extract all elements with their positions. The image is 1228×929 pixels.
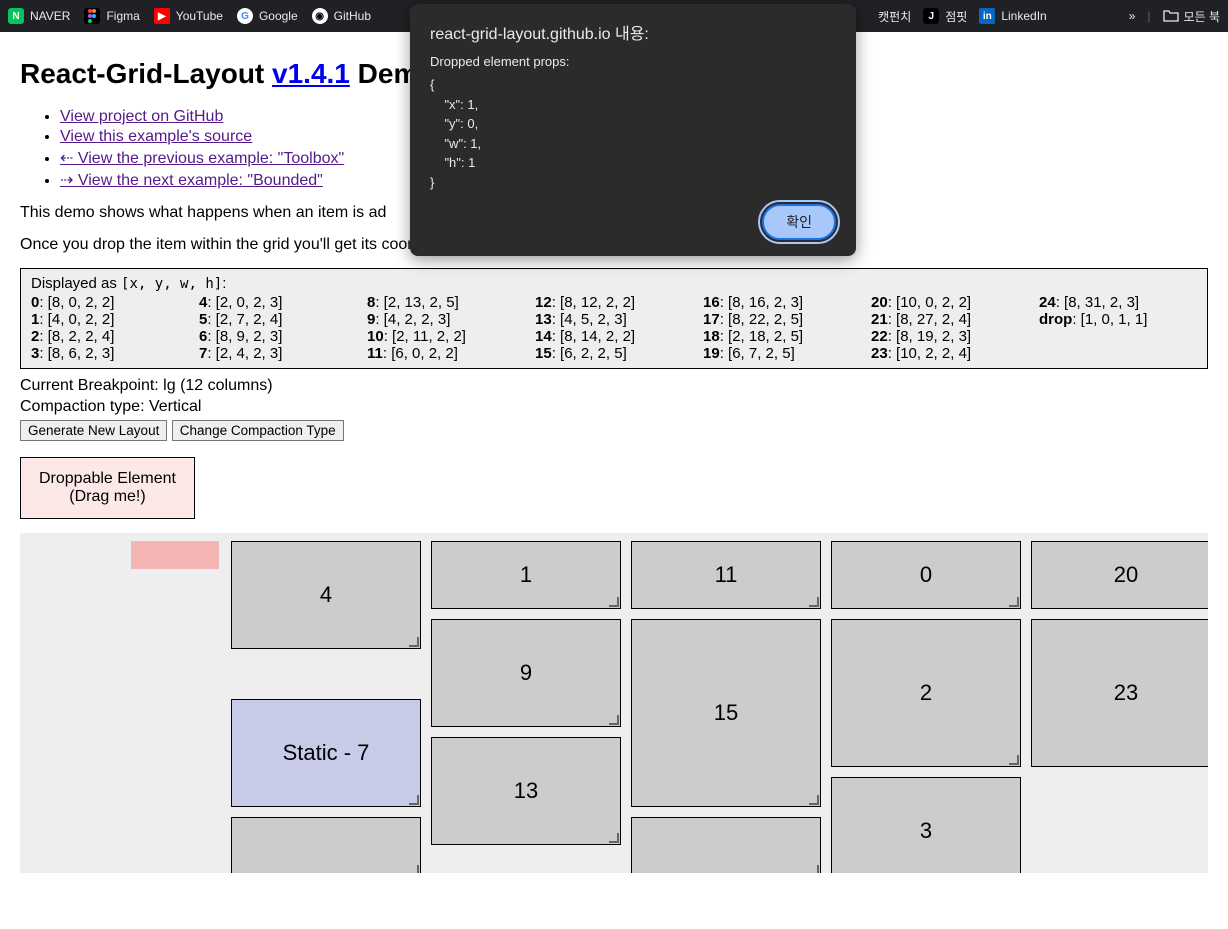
bookmark-label: YouTube <box>176 9 223 23</box>
breakpoint-status: Current Breakpoint: lg (12 columns) <box>20 377 1208 395</box>
grid-item-2[interactable]: 2 <box>831 619 1021 767</box>
bookmark-label: NAVER <box>30 9 70 23</box>
grid-item-7-static[interactable]: Static - 7 <box>231 699 421 807</box>
folder-icon <box>1163 8 1179 25</box>
layout-item: 9: [4, 2, 2, 3] <box>367 311 525 328</box>
bookmark-figma[interactable]: Figma <box>84 8 139 24</box>
layout-item: 3: [8, 6, 2, 3] <box>31 345 189 362</box>
version-link[interactable]: v1.4.1 <box>272 58 350 89</box>
layout-item: 5: [2, 7, 2, 4] <box>199 311 357 328</box>
link-source[interactable]: View this example's source <box>60 128 252 145</box>
bookmark-label: 모든 북 <box>1184 8 1220 25</box>
droppable-element[interactable]: Droppable Element (Drag me!) <box>20 457 195 519</box>
bookmark-rocket[interactable]: 캣펀치 <box>878 8 911 25</box>
layout-item: 17: [8, 22, 2, 5] <box>703 311 861 328</box>
layout-item: 14: [8, 14, 2, 2] <box>535 328 693 345</box>
layout-item: 20: [10, 0, 2, 2] <box>871 294 1029 311</box>
layout-item: 7: [2, 4, 2, 3] <box>199 345 357 362</box>
layout-item: drop: [1, 0, 1, 1] <box>1039 311 1197 328</box>
grid-area[interactable]: 4 1 11 0 20 9 15 2 23 Static - 7 13 3 <box>20 533 1208 873</box>
alert-message: Dropped element props: <box>430 54 836 69</box>
naver-icon: N <box>8 8 24 24</box>
compaction-status: Compaction type: Vertical <box>20 398 1208 416</box>
drop-placeholder <box>131 541 219 569</box>
droppable-label-1: Droppable Element <box>39 470 176 488</box>
layout-item: 21: [8, 27, 2, 4] <box>871 311 1029 328</box>
layout-item: 19: [6, 7, 2, 5] <box>703 345 861 362</box>
layout-item: 2: [8, 2, 2, 4] <box>31 328 189 345</box>
bookmark-jumpit[interactable]: J 점핏 <box>923 8 967 25</box>
alert-json: { "x": 1, "y": 0, "w": 1, "h": 1 } <box>430 75 836 192</box>
grid-item-1[interactable]: 1 <box>431 541 621 609</box>
layout-item: 18: [2, 18, 2, 5] <box>703 328 861 345</box>
layout-display-box: Displayed as [x, y, w, h]: 0: [8, 0, 2, … <box>20 268 1208 369</box>
bookmark-google[interactable]: G Google <box>237 8 298 24</box>
figma-icon <box>84 8 100 24</box>
layout-item: 12: [8, 12, 2, 2] <box>535 294 693 311</box>
bookmark-label: LinkedIn <box>1001 9 1046 23</box>
layout-item: 0: [8, 0, 2, 2] <box>31 294 189 311</box>
layout-item: 1: [4, 0, 2, 2] <box>31 311 189 328</box>
droppable-label-2: (Drag me!) <box>39 488 176 506</box>
grid-item-0[interactable]: 0 <box>831 541 1021 609</box>
bookmark-linkedin[interactable]: in LinkedIn <box>979 8 1046 24</box>
bookmark-label: 캣펀치 <box>878 8 911 25</box>
bookmark-more[interactable]: » <box>1129 9 1136 23</box>
linkedin-icon: in <box>979 8 995 24</box>
bookmark-label: Google <box>259 9 298 23</box>
alert-dialog: react-grid-layout.github.io 내용: Dropped … <box>410 4 856 256</box>
layout-item: 8: [2, 13, 2, 5] <box>367 294 525 311</box>
bookmark-label: Figma <box>106 9 139 23</box>
layout-item: 6: [8, 9, 2, 3] <box>199 328 357 345</box>
link-prev[interactable]: ⇠ View the previous example: "Toolbox" <box>60 150 344 167</box>
grid-item-13[interactable]: 13 <box>431 737 621 845</box>
change-compaction-button[interactable]: Change Compaction Type <box>172 420 344 441</box>
grid-item-9[interactable]: 9 <box>431 619 621 727</box>
layout-item: 16: [8, 16, 2, 3] <box>703 294 861 311</box>
grid-item-23[interactable]: 23 <box>1031 619 1208 767</box>
layout-item: 22: [8, 19, 2, 3] <box>871 328 1029 345</box>
generate-layout-button[interactable]: Generate New Layout <box>20 420 167 441</box>
grid-item-20[interactable]: 20 <box>1031 541 1208 609</box>
jumpit-icon: J <box>923 8 939 24</box>
layout-item: 13: [4, 5, 2, 3] <box>535 311 693 328</box>
layout-item: 10: [2, 11, 2, 2] <box>367 328 525 345</box>
layout-item: 11: [6, 0, 2, 2] <box>367 345 525 362</box>
layout-item: 24: [8, 31, 2, 3] <box>1039 294 1197 311</box>
bookmark-label: 점핏 <box>945 8 967 25</box>
layout-item: 4: [2, 0, 2, 3] <box>199 294 357 311</box>
alert-ok-button[interactable]: 확인 <box>762 204 836 240</box>
grid-item-partial-1[interactable] <box>231 817 421 873</box>
bookmark-label: GitHub <box>334 9 371 23</box>
bookmark-all-folder[interactable]: 모든 북 <box>1163 8 1220 25</box>
alert-title: react-grid-layout.github.io 내용: <box>430 20 836 44</box>
link-next[interactable]: ⇢ View the next example: "Bounded" <box>60 172 323 189</box>
google-icon: G <box>237 8 253 24</box>
grid-item-4[interactable]: 4 <box>231 541 421 649</box>
bookmark-youtube[interactable]: ▶ YouTube <box>154 8 223 24</box>
separator: | <box>1147 9 1150 23</box>
bookmark-naver[interactable]: N NAVER <box>8 8 70 24</box>
layout-header: Displayed as [x, y, w, h]: <box>31 275 1197 292</box>
grid-item-11[interactable]: 11 <box>631 541 821 609</box>
bookmark-github[interactable]: ◉ GitHub <box>312 8 371 24</box>
grid-item-partial-2[interactable] <box>631 817 821 873</box>
grid-item-3[interactable]: 3 <box>831 777 1021 873</box>
github-icon: ◉ <box>312 8 328 24</box>
link-github[interactable]: View project on GitHub <box>60 108 223 125</box>
youtube-icon: ▶ <box>154 8 170 24</box>
grid-item-15[interactable]: 15 <box>631 619 821 807</box>
layout-item: 15: [6, 2, 2, 5] <box>535 345 693 362</box>
layout-item: 23: [10, 2, 2, 4] <box>871 345 1029 362</box>
